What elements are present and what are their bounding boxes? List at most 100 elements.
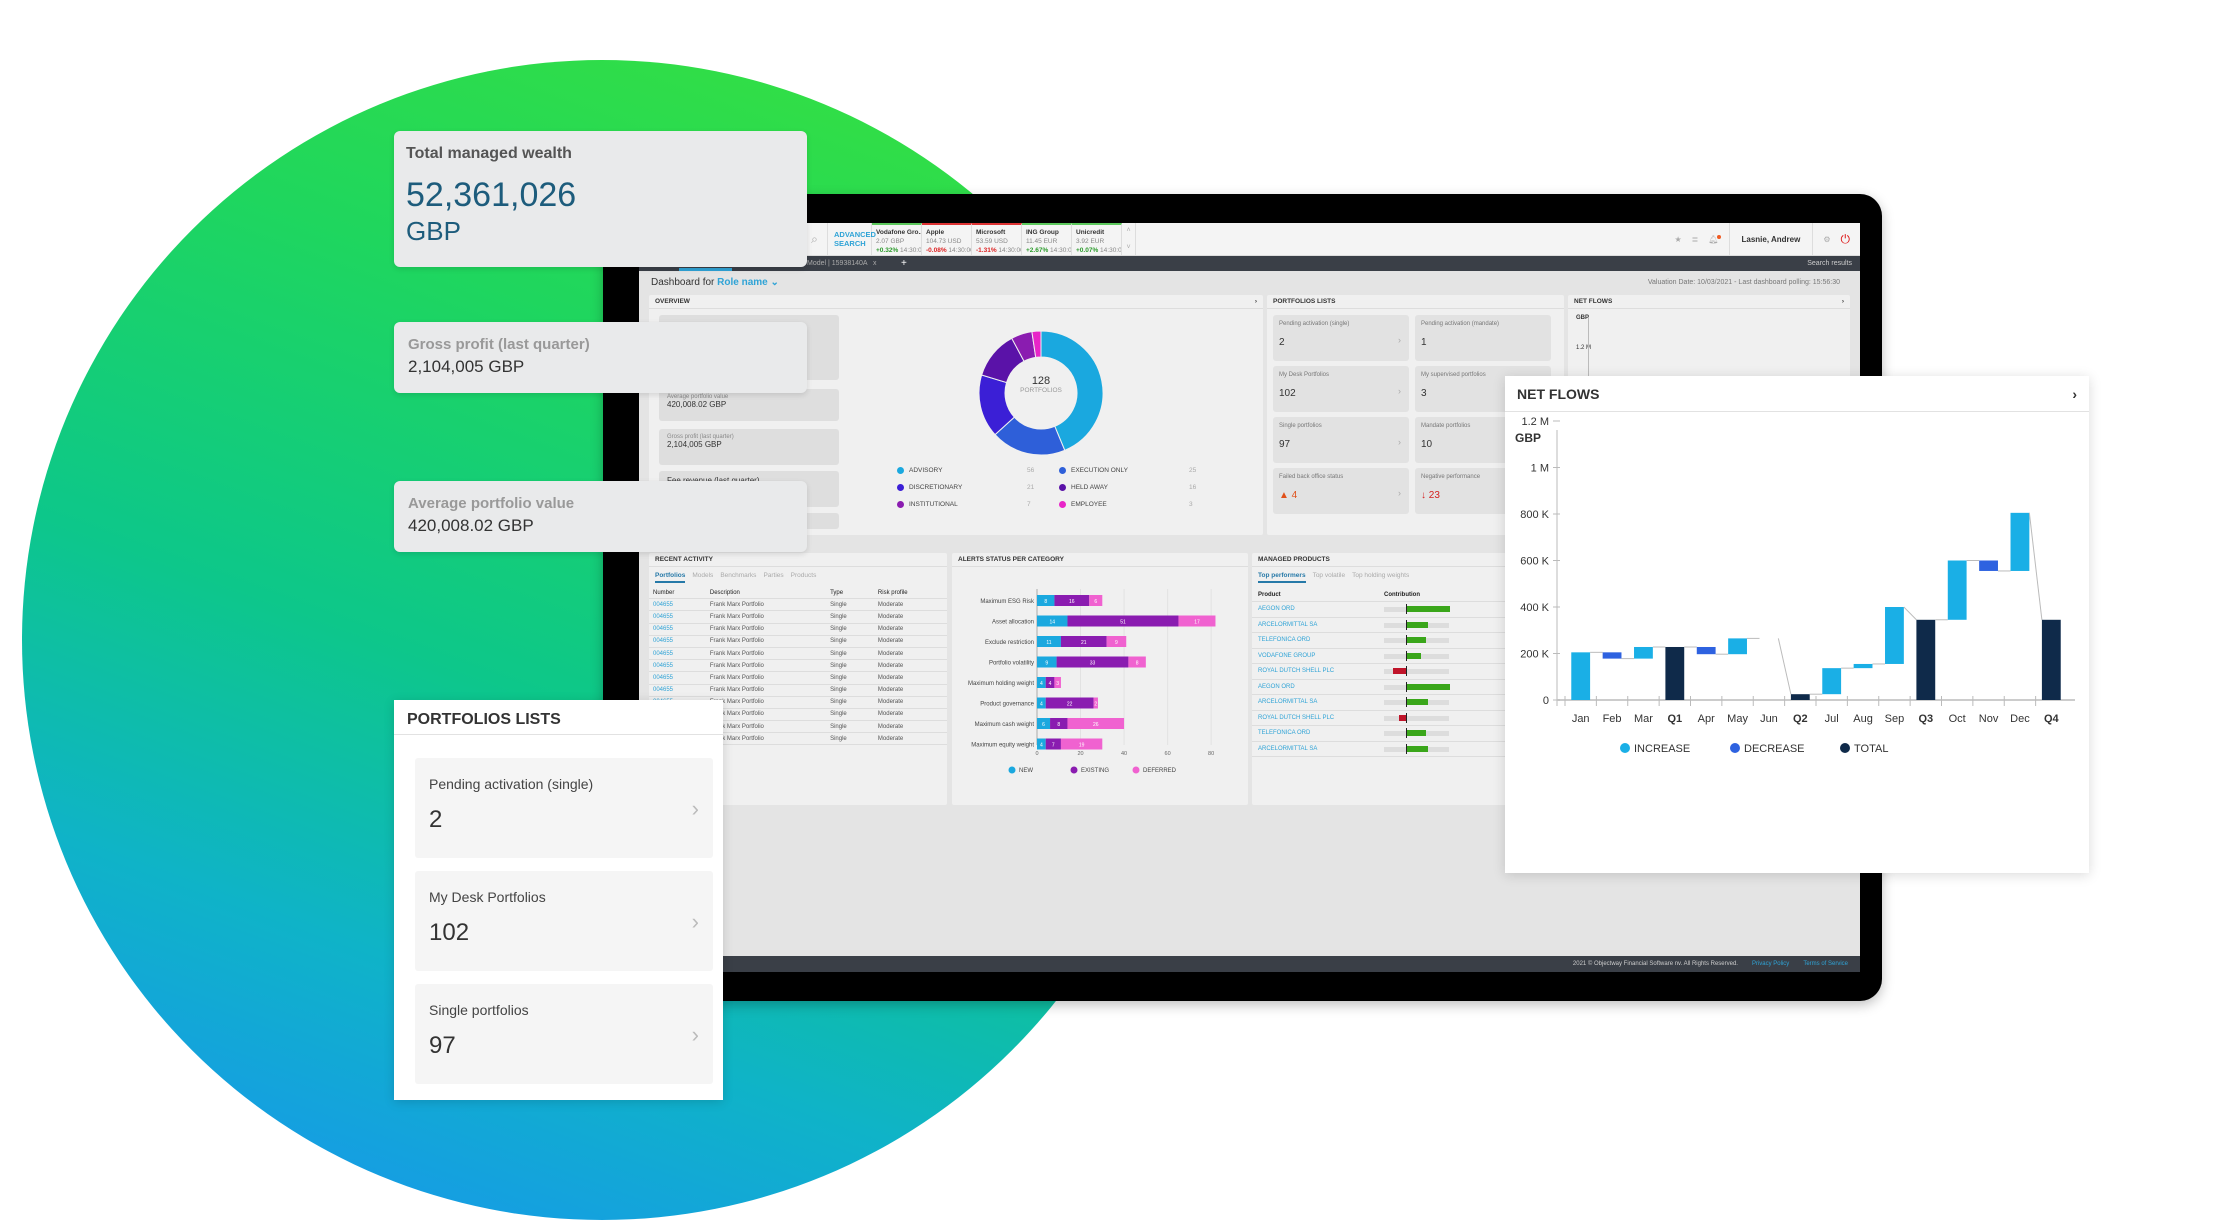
ticker-item[interactable]: ING Group11.45 EUR+2.67% 14:30:00	[1022, 223, 1072, 256]
privacy-policy-link[interactable]: Privacy Policy	[1752, 961, 1789, 967]
user-name[interactable]: Lasnie, Andrew	[1728, 223, 1814, 256]
ticker-change-pct: +0.07%	[1076, 246, 1099, 254]
product-row[interactable]: AEGON ORD	[1252, 602, 1522, 618]
ticker-price: 53.59 USD	[976, 237, 1008, 245]
product-link[interactable]: ROYAL DUTCH SHELL PLC	[1258, 668, 1334, 674]
zero-axis	[1406, 619, 1407, 630]
chevron-right-icon[interactable]: ›	[1255, 298, 1257, 305]
tab-model[interactable]: Model | 15938140A x	[807, 260, 877, 267]
gear-icon[interactable]: ⚙	[1823, 235, 1830, 244]
search-results-link[interactable]: Search results	[1807, 260, 1852, 267]
portfolio-number-link[interactable]: 004655	[649, 671, 706, 685]
product-row[interactable]: ROYAL DUTCH SHELL PLC	[1252, 711, 1522, 726]
recent-activity-tabs: Portfolios Models Benchmarks Parties Product…	[649, 567, 947, 583]
chevron-right-icon[interactable]: ›	[2072, 386, 2077, 402]
portfolio-number-link[interactable]: 004655	[649, 598, 706, 612]
legend-dot-total	[1840, 743, 1850, 753]
ticker-item[interactable]: Unicredit3.92 EUR+0.07% 14:30:00	[1072, 223, 1122, 256]
product-link[interactable]: ARCELORMITTAL SA	[1258, 746, 1317, 752]
x-tick-label: Jan	[1572, 713, 1590, 725]
product-link[interactable]: TELEFONICA ORD	[1258, 637, 1310, 643]
chevron-down-icon[interactable]: ˅	[1126, 244, 1130, 251]
table-row[interactable]: 004655Frank Marx PortfolioSingleModerate	[649, 623, 947, 636]
terms-link[interactable]: Terms of Service	[1803, 961, 1848, 967]
zero-axis	[1406, 666, 1407, 676]
portfolio-number-link[interactable]: 004655	[649, 647, 706, 661]
product-link[interactable]: ARCELORMITTAL SA	[1258, 622, 1317, 628]
x-tick-label: Apr	[1698, 713, 1715, 725]
add-tab-button[interactable]: +	[901, 258, 907, 269]
legend-dot	[1059, 467, 1066, 474]
legend-item: HELD AWAY 16	[1059, 484, 1209, 491]
x-tick-label: Sep	[1885, 713, 1905, 725]
table-row[interactable]: 004655Frank Marx PortfolioSingleModerate	[649, 659, 947, 673]
portfolio-number-link[interactable]: 004655	[649, 623, 706, 636]
portfolio-list-tile[interactable]: Failed back office status ▲ 4 ›	[1273, 468, 1409, 514]
portfolio-list-tile[interactable]: Single portfolios 97 ›	[1273, 417, 1409, 463]
table-row[interactable]: 004655Frank Marx PortfolioSingleModerate	[649, 635, 947, 648]
product-row[interactable]: ARCELORMITTAL SA	[1252, 618, 1522, 633]
portfolio-number-link[interactable]: 004655	[649, 684, 706, 697]
product-row[interactable]: ARCELORMITTAL SA	[1252, 742, 1522, 757]
bar-apr	[1696, 646, 1716, 655]
tab-top-holding-weights[interactable]: Top holding weights	[1352, 572, 1409, 583]
close-icon[interactable]: x	[873, 260, 877, 267]
table-row[interactable]: 004655Frank Marx PortfolioSingleModerate	[649, 671, 947, 685]
tab-parties[interactable]: Parties	[763, 572, 783, 583]
star-icon[interactable]: ★	[1674, 235, 1681, 244]
product-row[interactable]: VODAFONE GROUP	[1252, 649, 1522, 664]
product-link[interactable]: AEGON ORD	[1258, 684, 1295, 690]
chevron-right-icon[interactable]: ›	[1842, 298, 1844, 305]
portfolio-list-item[interactable]: Single portfolios 97 ›	[415, 984, 713, 1084]
product-link[interactable]: ROYAL DUTCH SHELL PLC	[1258, 715, 1334, 721]
chevron-up-icon[interactable]: ˄	[1126, 227, 1130, 234]
table-cell: Moderate	[873, 720, 947, 734]
notification-bell-icon[interactable]: 🔔︎	[1708, 235, 1721, 244]
list-icon[interactable]: ≣	[1692, 235, 1699, 244]
ticker-scroll[interactable]: ˄ ˅	[1122, 223, 1136, 256]
ticker-time: 14:30:00	[1050, 246, 1072, 254]
table-row[interactable]: 004655Frank Marx PortfolioSingleModerate	[649, 647, 947, 661]
tab-top-performers[interactable]: Top performers	[1258, 572, 1306, 583]
table-row[interactable]: 004655Frank Marx PortfolioSingleModerate	[649, 684, 947, 697]
table-row[interactable]: 004655Frank Marx PortfolioSingleModerate	[649, 598, 947, 612]
portfolio-list-item[interactable]: My Desk Portfolios 102 ›	[415, 871, 713, 971]
contribution-bar	[1406, 621, 1428, 628]
table-row[interactable]: 004655Frank Marx PortfolioSingleModerate	[649, 610, 947, 624]
donut-total: 128	[1031, 375, 1051, 387]
tab-benchmarks[interactable]: Benchmarks	[720, 572, 756, 583]
bar-value-label: 22	[1067, 702, 1073, 708]
power-icon[interactable]: ⏻	[1841, 232, 1851, 247]
portfolio-list-tile[interactable]: My Desk Portfolios 102 ›	[1273, 366, 1409, 412]
product-link[interactable]: TELEFONICA ORD	[1258, 730, 1310, 736]
portfolio-list-tile[interactable]: Pending activation (single) 2 ›	[1273, 315, 1409, 361]
advanced-search-button[interactable]: ADVANCED SEARCH	[828, 223, 876, 256]
product-link[interactable]: AEGON ORD	[1258, 606, 1295, 612]
tab-products[interactable]: Products	[791, 572, 817, 583]
role-selector[interactable]: Role name ⌄	[717, 277, 779, 288]
product-link[interactable]: ARCELORMITTAL SA	[1258, 699, 1317, 705]
product-row[interactable]: TELEFONICA ORD	[1252, 726, 1522, 742]
legend-label: DISCRETIONARY	[909, 484, 963, 491]
product-row[interactable]: ARCELORMITTAL SA	[1252, 695, 1522, 711]
tab-top-volatile[interactable]: Top volatile	[1313, 572, 1346, 583]
product-row[interactable]: ROYAL DUTCH SHELL PLC	[1252, 664, 1522, 680]
product-link[interactable]: VODAFONE GROUP	[1258, 653, 1315, 659]
legend-label: ADVISORY	[909, 467, 943, 474]
ticker-item[interactable]: Apple 104.73 USD -0.08% 14:30:00	[922, 223, 972, 256]
column-header: Product	[1258, 592, 1281, 598]
product-row[interactable]: AEGON ORD	[1252, 680, 1522, 695]
portfolio-list-tile[interactable]: Pending activation (mandate) 1	[1415, 315, 1551, 361]
product-row[interactable]: TELEFONICA ORD	[1252, 633, 1522, 649]
portfolio-number-link[interactable]: 004655	[649, 659, 706, 673]
ticker-item[interactable]: Vodafone Gro...2.07 GBP+0.32% 14:30:00	[872, 223, 922, 256]
table-cell: Moderate	[873, 647, 947, 661]
portfolio-number-link[interactable]: 004655	[649, 610, 706, 624]
portfolio-number-link[interactable]: 004655	[649, 635, 706, 648]
portfolio-list-item[interactable]: Pending activation (single) 2 ›	[415, 758, 713, 858]
tab-models[interactable]: Models	[692, 572, 713, 583]
bar-value-label: 51	[1120, 620, 1126, 626]
tab-portfolios[interactable]: Portfolios	[655, 572, 686, 583]
ticker-item[interactable]: Microsoft 53.59 USD -1.31% 14:30:00	[972, 223, 1022, 256]
category-label: Maximum cash weight	[975, 722, 1035, 728]
